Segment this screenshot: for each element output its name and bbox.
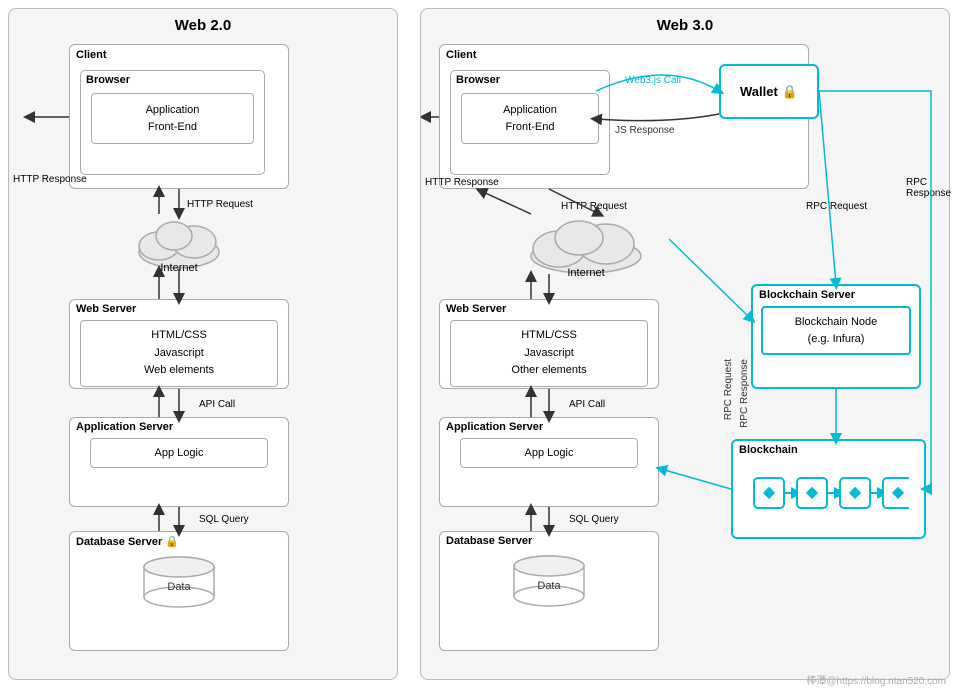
rpc-request-right-label: RPC Request [806,201,867,212]
blockchain-label: Blockchain [733,441,924,459]
watermark: 棒潭@https://blog.ntan520.com [806,672,946,687]
wallet-box: Wallet 🔒 [719,64,819,119]
rpc-response-mid-label: RPC Response [739,359,750,428]
web2-appserver-label: Application Server [70,418,288,436]
web3-dbserver-box: Database Server Data [439,531,659,651]
web3-frontend-box: ApplicationFront-End [461,93,599,144]
blockchain-server-label: Blockchain Server [753,286,919,304]
web3-http-response-label: HTTP Response [425,177,499,188]
blockchain-box: Blockchain ◆ ◆ ◆ [731,439,926,539]
svg-text:◆: ◆ [848,484,861,501]
blockchain-server-box: Blockchain Server Blockchain Node(e.g. I… [751,284,921,389]
web3-browser-box: Browser ApplicationFront-End [450,70,610,175]
web3-internet-cloud: Internet [521,214,651,279]
web2-sql-label: SQL Query [199,514,249,525]
web2-http-response-label: HTTP Response [13,174,87,185]
blockchain-cubes: ◆ ◆ ◆ ◆ [733,463,924,523]
web2-client-label: Client [70,45,288,65]
web3-api-call-label: API Call [569,399,605,410]
web2-browser-box: Browser ApplicationFront-End [80,70,265,175]
wallet-label: Wallet [740,84,778,99]
web3-webserver-inner: HTML/CSSJavascriptOther elements [450,320,648,387]
svg-text:◆: ◆ [805,484,818,501]
rpc-request-mid-label: RPC Request [723,359,734,420]
web2-dbserver-label: Database Server 🔒 [70,532,288,551]
web3-sql-label: SQL Query [569,514,619,525]
web2-webserver-box: Web Server HTML/CSSJavascriptWeb element… [69,299,289,389]
web2-data-inner: Data [139,555,219,613]
web2-section: Web 2.0 Client Browser ApplicationFront-… [8,8,398,680]
web2-applogic-inner: App Logic [90,438,268,468]
web2-http-request-label: HTTP Request [187,199,253,210]
web3-title: Web 3.0 [421,17,949,34]
web3-webserver-label: Web Server [440,300,658,318]
svg-text:Data: Data [537,580,561,592]
web2-webserver-label: Web Server [70,300,288,318]
wallet-lock-icon: 🔒 [782,84,798,100]
web2-frontend-box: ApplicationFront-End [91,93,254,144]
web2-title: Web 2.0 [9,17,397,34]
web2-browser-label: Browser [81,71,264,89]
svg-text:◆: ◆ [762,484,775,501]
web2-internet-cloud: Internet [129,214,229,274]
web3-appserver-box: Application Server App Logic [439,417,659,507]
lock-icon: 🔒 [165,536,179,548]
web3-section: Web 3.0 Client Browser ApplicationFront-… [420,8,950,680]
web2-appserver-box: Application Server App Logic [69,417,289,507]
web2-client-box: Client Browser ApplicationFront-End [69,44,289,189]
rpc-response-far-label: RPC Response [906,177,951,199]
web3-webserver-box: Web Server HTML/CSSJavascriptOther eleme… [439,299,659,389]
web3-http-request-label: HTTP Request [561,201,627,212]
web2-api-call-label: API Call [199,399,235,410]
web3-data-inner: Data [509,554,589,612]
web3-client-label: Client [440,45,808,65]
web3-applogic-inner: App Logic [460,438,638,468]
blockchain-node-inner: Blockchain Node(e.g. Infura) [761,306,911,355]
web2-dbserver-box: Database Server 🔒 Data [69,531,289,651]
web3-appserver-label: Application Server [440,418,658,436]
svg-text:◆: ◆ [891,484,904,501]
web3-dbserver-label: Database Server [440,532,658,550]
web3-browser-label: Browser [451,71,609,89]
js-response-label: JS Response [615,125,674,136]
svg-text:Data: Data [167,581,191,593]
web2-webserver-inner: HTML/CSSJavascriptWeb elements [80,320,278,387]
web3js-call-label: Web3.js Call [625,75,681,86]
